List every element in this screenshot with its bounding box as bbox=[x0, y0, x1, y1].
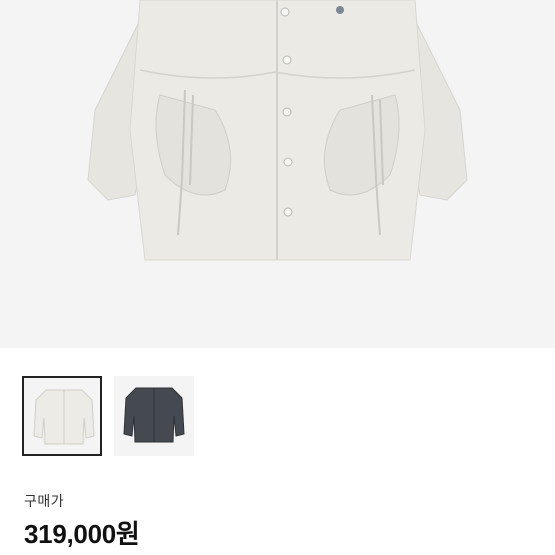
jacket-illustration bbox=[87, 0, 468, 261]
jacket-ivory-thumb bbox=[33, 389, 95, 445]
thumbnail-ivory[interactable] bbox=[22, 376, 102, 456]
jacket-charcoal-thumb bbox=[123, 387, 185, 443]
price-label: 구매가 bbox=[24, 493, 65, 509]
thumbnail-charcoal[interactable] bbox=[114, 376, 194, 456]
product-main-image bbox=[0, 0, 555, 348]
price-value: 319,000원 bbox=[24, 519, 140, 549]
thumbnail-list bbox=[22, 376, 194, 456]
